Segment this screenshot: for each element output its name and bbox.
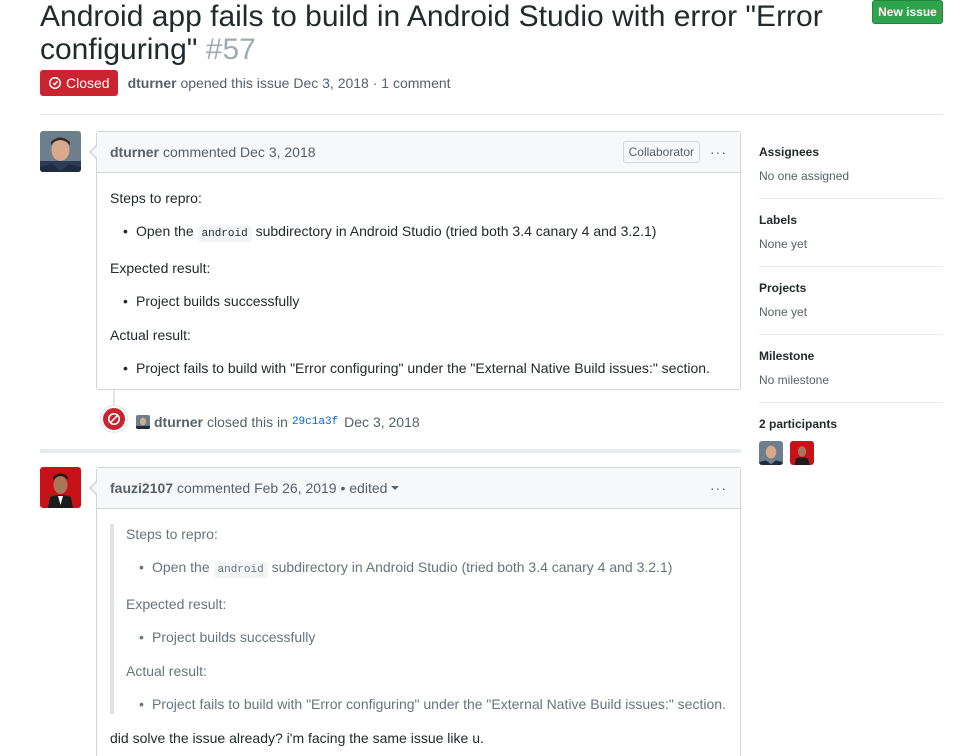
avatar-dturner-image: [759, 441, 783, 465]
comment-dturner: dturner commented Dec 3, 2018 Collaborat…: [89, 131, 741, 390]
issue-closed-icon: [49, 77, 61, 89]
event-action-text: closed this in: [207, 414, 288, 430]
commit-link[interactable]: 29c1a3f: [292, 416, 338, 428]
actual-heading: Actual result:: [126, 663, 207, 679]
comment-fauzi2107: fauzi2107 commented Feb 26, 2019 • edite…: [89, 467, 741, 756]
timeline-divider: [40, 449, 741, 453]
timeline-line: [113, 390, 115, 406]
list-item: Open the android subdirectory in Android…: [123, 221, 727, 244]
step-text: subdirectory in Android Studio (tried bo…: [271, 559, 673, 575]
labels-value: None yet: [759, 237, 808, 251]
expected-list: Project builds successfully: [139, 627, 727, 647]
avatar-fauzi2107-image: [40, 467, 81, 508]
step-text: Open the: [136, 223, 194, 239]
list-item: Project fails to build with "Error confi…: [123, 358, 727, 378]
participants-avatars: [759, 441, 943, 468]
steps-list: Open the android subdirectory in Android…: [139, 557, 727, 580]
blockquote: Steps to repro: Open the android subdire…: [110, 524, 727, 714]
sidebar-participants: 2 participants: [759, 403, 943, 483]
steps-heading: Steps to repro:: [126, 526, 218, 542]
avatar-fauzi2107-image: [789, 441, 814, 465]
closed-event: dturner closed this in 29c1a3f Dec 3, 20…: [136, 414, 420, 430]
participants-heading: 2 participants: [759, 417, 838, 431]
step-text: subdirectory in Android Studio (tried bo…: [255, 223, 657, 239]
sidebar-projects: Projects None yet: [759, 267, 943, 335]
avatar[interactable]: [759, 441, 783, 465]
avatar[interactable]: [40, 467, 81, 508]
actual-list: Project fails to build with "Error confi…: [139, 694, 727, 714]
comment-author-link[interactable]: dturner: [110, 144, 159, 160]
status-label: Closed: [66, 75, 110, 91]
issue-title: Android app fails to build in Android St…: [40, 0, 830, 66]
inline-code: android: [213, 562, 268, 578]
avatar-dturner-image: [136, 415, 150, 429]
expected-heading: Expected result:: [110, 260, 211, 276]
avatar[interactable]: [40, 131, 81, 172]
milestone-heading[interactable]: Milestone: [759, 349, 943, 363]
list-item: Project fails to build with "Error confi…: [139, 694, 727, 714]
header-divider: [40, 114, 943, 115]
issue-author-link[interactable]: dturner: [128, 75, 177, 91]
event-actor-link[interactable]: dturner: [154, 414, 203, 430]
steps-heading: Steps to repro:: [110, 190, 202, 206]
expected-heading: Expected result:: [126, 596, 227, 612]
more-options-icon[interactable]: ···: [710, 480, 727, 496]
comment-timestamp[interactable]: commented Feb 26, 2019 • edited: [177, 480, 387, 496]
list-item: Open the android subdirectory in Android…: [139, 557, 727, 580]
chevron-down-icon[interactable]: [391, 486, 400, 490]
avatar[interactable]: [789, 441, 814, 465]
milestone-value: No milestone: [759, 373, 830, 387]
steps-list: Open the android subdirectory in Android…: [123, 221, 727, 244]
step-text: Open the: [152, 559, 210, 575]
comment-author-link[interactable]: fauzi2107: [110, 480, 173, 496]
status-badge: Closed: [40, 70, 118, 96]
issue-number: #57: [205, 33, 256, 66]
avatar[interactable]: [136, 415, 150, 429]
sidebar-assignees: Assignees No one assigned: [759, 131, 943, 199]
projects-heading[interactable]: Projects: [759, 281, 943, 295]
issue-title-text: Android app fails to build in Android St…: [40, 0, 823, 66]
list-item: Project builds successfully: [139, 627, 727, 647]
issue-meta: Closed dturner opened this issue Dec 3, …: [40, 70, 451, 96]
new-issue-button[interactable]: New issue: [872, 0, 943, 24]
event-date[interactable]: Dec 3, 2018: [344, 414, 420, 430]
labels-heading[interactable]: Labels: [759, 213, 943, 227]
comment-body: Steps to repro: Open the android subdire…: [97, 173, 740, 400]
closed-event-icon: [101, 406, 127, 432]
comment-header: dturner commented Dec 3, 2018 Collaborat…: [97, 132, 740, 173]
comment-body: Steps to repro: Open the android subdire…: [97, 509, 740, 756]
issue-sidebar: Assignees No one assigned Labels None ye…: [759, 131, 943, 483]
comment-timestamp[interactable]: commented Dec 3, 2018: [163, 144, 316, 160]
assignees-value: No one assigned: [759, 169, 850, 183]
assignees-heading[interactable]: Assignees: [759, 145, 943, 159]
issue-opened-text: opened this issue Dec 3, 2018 · 1 commen…: [180, 75, 451, 91]
projects-value: None yet: [759, 305, 808, 319]
list-item: Project builds successfully: [123, 291, 727, 311]
expected-list: Project builds successfully: [123, 291, 727, 311]
issue-opened-meta: dturner opened this issue Dec 3, 2018 · …: [128, 75, 451, 91]
sidebar-labels: Labels None yet: [759, 199, 943, 267]
comment-header: fauzi2107 commented Feb 26, 2019 • edite…: [97, 468, 740, 509]
actual-heading: Actual result:: [110, 327, 191, 343]
sidebar-milestone: Milestone No milestone: [759, 335, 943, 403]
collaborator-badge: Collaborator: [622, 141, 700, 163]
circle-slash-icon: [107, 412, 121, 426]
inline-code: android: [197, 226, 252, 242]
avatar-dturner-image: [40, 131, 81, 172]
actual-list: Project fails to build with "Error confi…: [123, 358, 727, 378]
more-options-icon[interactable]: ···: [710, 144, 727, 160]
reply-text: did solve the issue already? i'm facing …: [110, 730, 484, 746]
